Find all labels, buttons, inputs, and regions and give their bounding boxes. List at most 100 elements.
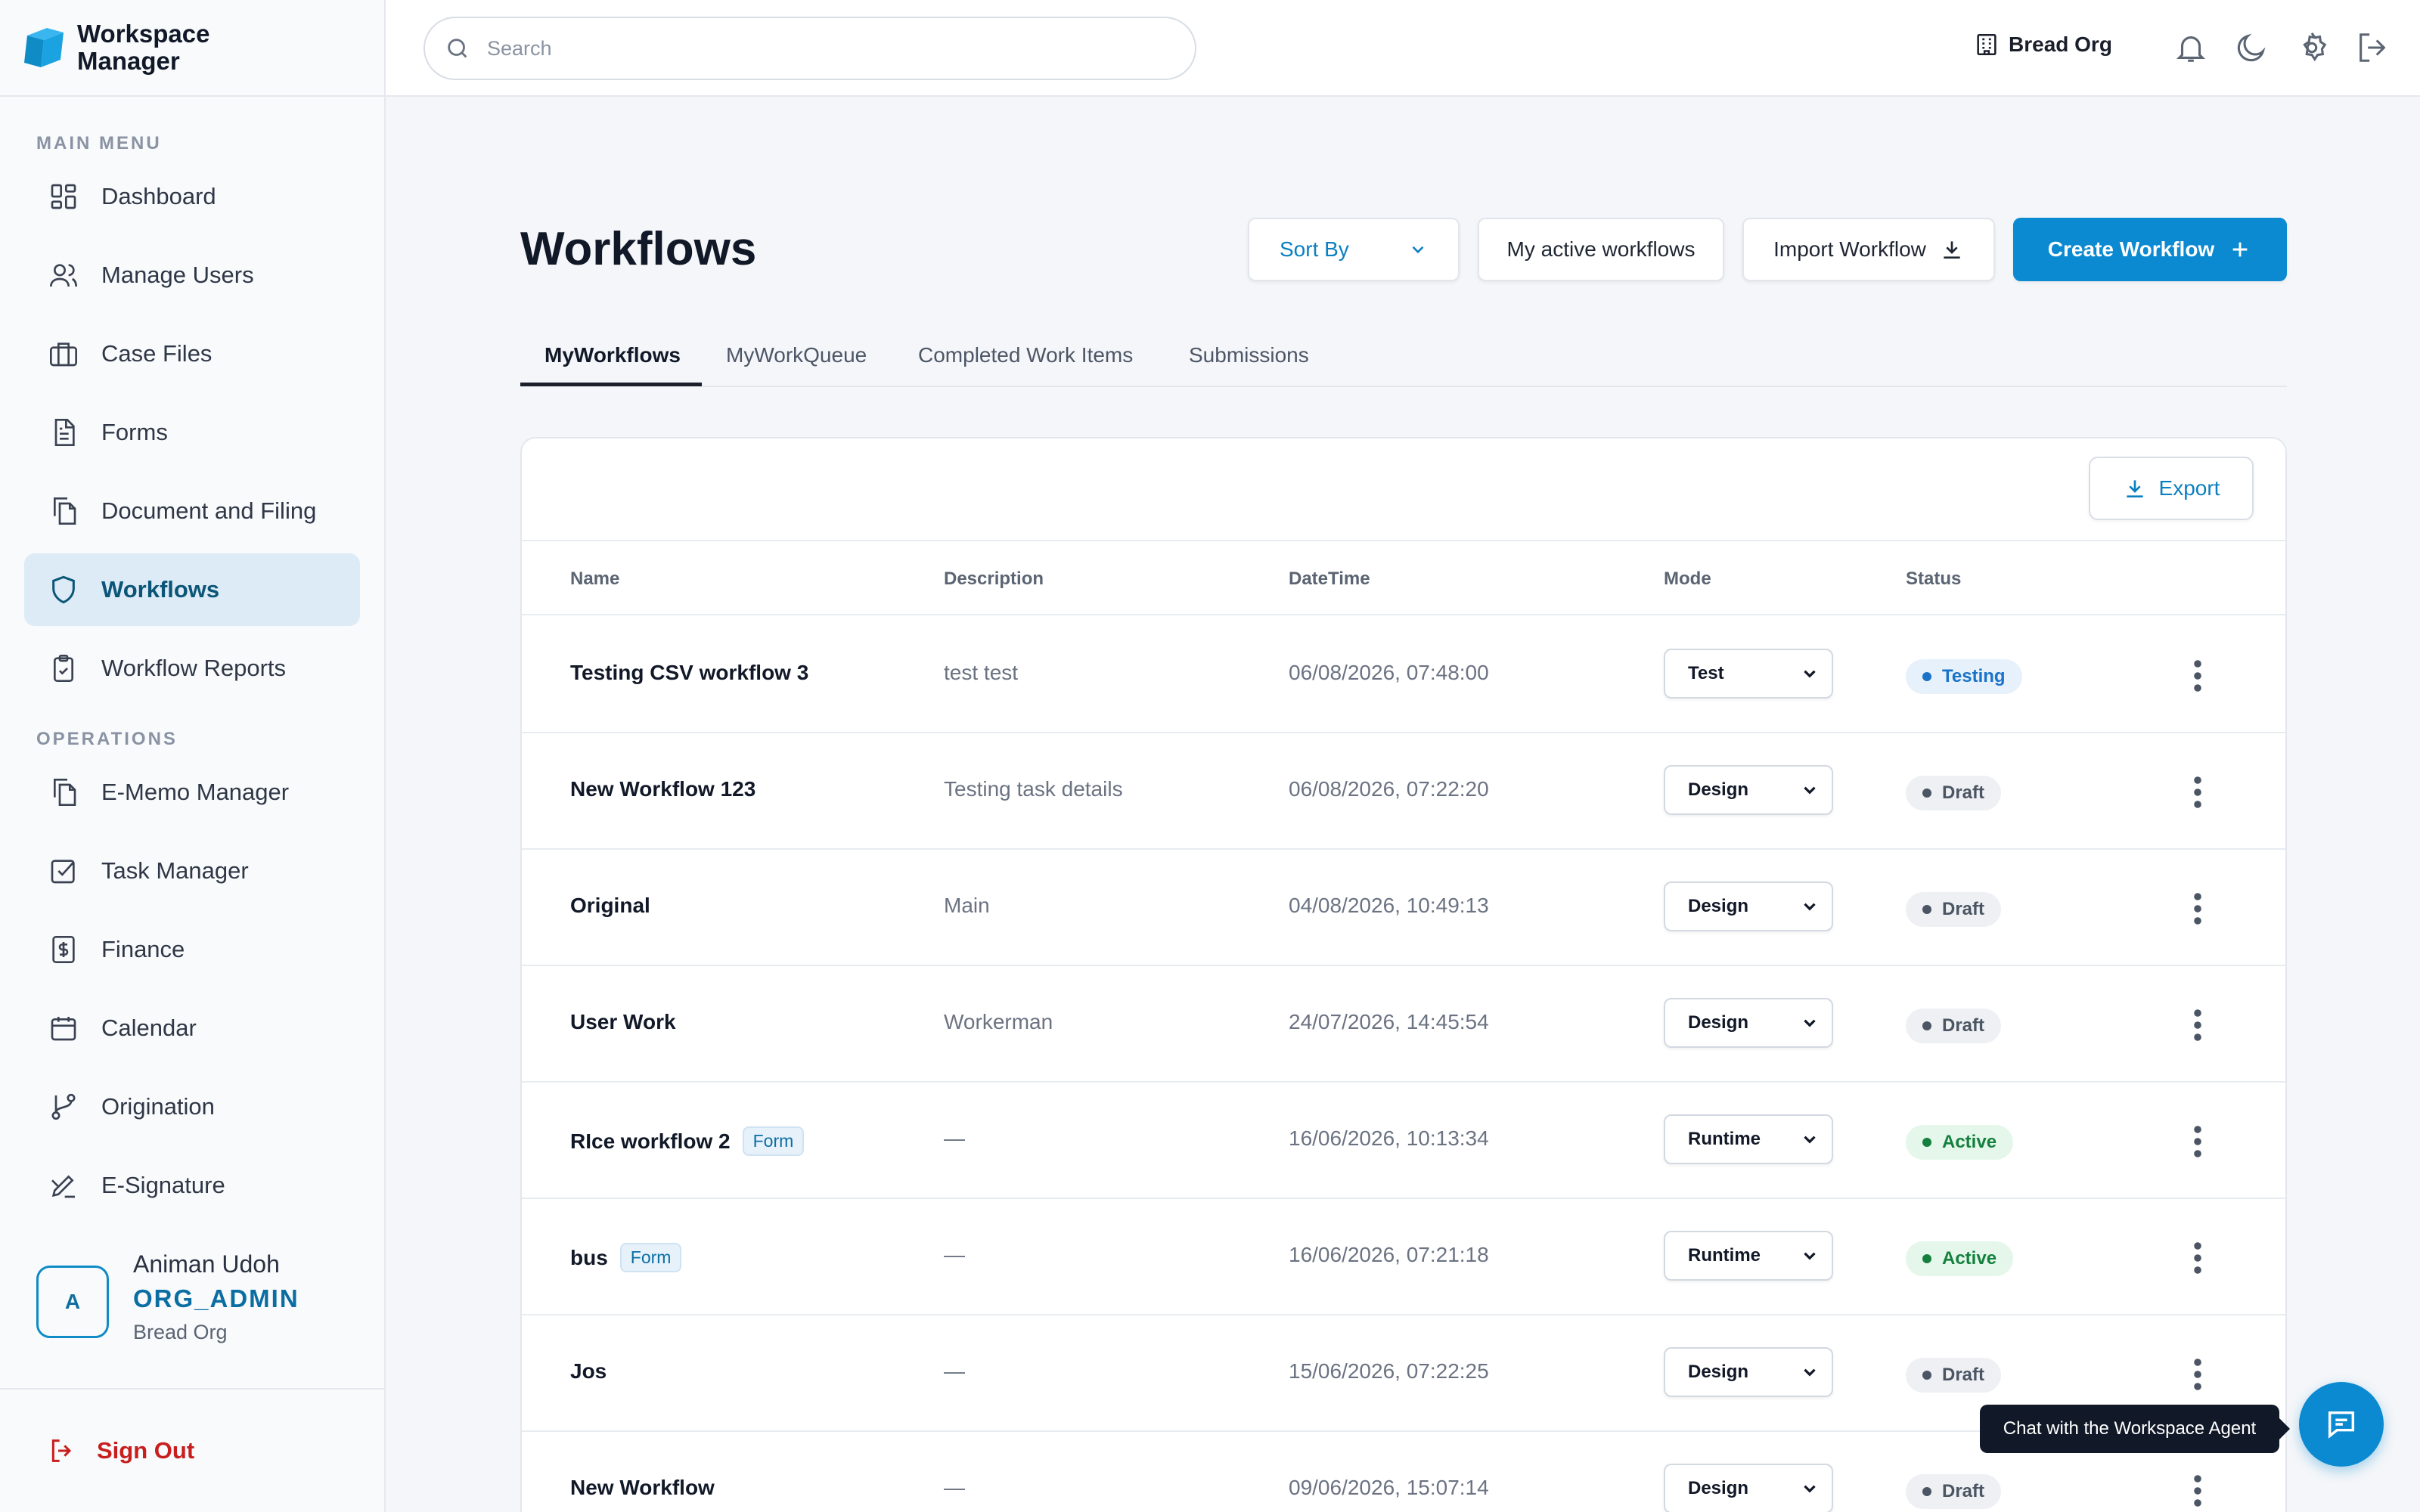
create-workflow-button[interactable]: Create Workflow: [2013, 218, 2287, 281]
mode-select[interactable]: Design: [1664, 1464, 1833, 1512]
tab-my-workflows[interactable]: MyWorkflows: [544, 343, 681, 367]
more-options-icon[interactable]: [2192, 776, 2204, 809]
org-switcher[interactable]: Bread Org: [1974, 32, 2112, 57]
my-active-workflows-button[interactable]: My active workflows: [1478, 218, 1724, 281]
column-header-name[interactable]: Name: [570, 569, 619, 590]
more-options-icon[interactable]: [2192, 1474, 2204, 1507]
my-active-workflows-label: My active workflows: [1506, 237, 1696, 261]
bell-icon[interactable]: [2173, 30, 2208, 65]
checkbox-icon: [51, 860, 75, 884]
mode-select[interactable]: Design: [1664, 765, 1833, 815]
workflow-name[interactable]: Testing CSV workflow 3: [570, 661, 808, 685]
workflow-name[interactable]: RIce workflow 2: [570, 1129, 731, 1154]
workflow-name[interactable]: User Work: [570, 1010, 676, 1034]
brand[interactable]: Workspace Manager: [0, 0, 384, 97]
chevron-down-icon: [1804, 1252, 1816, 1260]
search-box[interactable]: [424, 17, 1196, 80]
import-workflow-button[interactable]: Import Workflow: [1742, 218, 1995, 281]
more-options-icon[interactable]: [2192, 659, 2204, 692]
sign-out-label: Sign Out: [97, 1437, 195, 1464]
sidebar-item-label: Origination: [101, 1093, 215, 1120]
sidebar-item-label: Case Files: [101, 340, 213, 367]
sidebar-item-e-signature[interactable]: E-Signature: [24, 1149, 360, 1222]
search-input[interactable]: [487, 36, 1168, 60]
status-dot: [1922, 1138, 1931, 1147]
column-header-mode[interactable]: Mode: [1664, 569, 1711, 590]
sidebar-item-workflow-reports[interactable]: Workflow Reports: [24, 632, 360, 705]
sidebar-item-task-manager[interactable]: Task Manager: [24, 835, 360, 907]
page-title: Workflows: [520, 223, 757, 275]
chat-agent-button[interactable]: [2299, 1382, 2384, 1467]
sidebar-item-manage-users[interactable]: Manage Users: [24, 239, 360, 311]
status-dot: [1922, 1487, 1931, 1496]
workflow-name[interactable]: bus: [570, 1246, 608, 1270]
workflow-description: —: [944, 1359, 965, 1383]
table-row[interactable]: Original Main 04/08/2026, 10:49:13 Design Dr…: [522, 850, 2285, 966]
clipboard-icon: [54, 655, 73, 682]
column-header-status[interactable]: Status: [1906, 569, 1961, 590]
workflow-description: —: [944, 1243, 965, 1266]
sidebar-item-label: Workflow Reports: [101, 655, 287, 681]
workflow-datetime: 06/08/2026, 07:48:00: [1289, 661, 1489, 684]
sidebar-item-forms[interactable]: Forms: [24, 396, 360, 469]
table-row[interactable]: User Work Workerman 24/07/2026, 14:45:54 De…: [522, 966, 2285, 1083]
tab-my-work-queue[interactable]: MyWorkQueue: [726, 343, 867, 367]
sidebar-item-workflows[interactable]: Workflows: [24, 553, 360, 626]
sidebar-item-e-memo-manager[interactable]: E-Memo Manager: [24, 756, 360, 829]
workflow-name-cell: Testing CSV workflow 3: [570, 661, 808, 685]
more-options-icon[interactable]: [2192, 1241, 2204, 1275]
table-row[interactable]: RIce workflow 2 Form — 16/06/2026, 10:13:34…: [522, 1083, 2285, 1199]
status-badge: Draft: [1906, 1358, 2002, 1393]
mode-select[interactable]: Runtime: [1664, 1231, 1833, 1281]
workflow-datetime: 16/06/2026, 07:21:18: [1289, 1243, 1489, 1266]
table-row[interactable]: bus Form — 16/06/2026, 07:21:18 Runtime Activ…: [522, 1199, 2285, 1315]
sidebar-item-finance[interactable]: Finance: [24, 913, 360, 986]
table-row[interactable]: New Workflow 123 Testing task details 06/0…: [522, 733, 2285, 850]
more-options-icon[interactable]: [2192, 1125, 2204, 1158]
workflow-datetime: 24/07/2026, 14:45:54: [1289, 1010, 1489, 1033]
gear-icon[interactable]: [2294, 30, 2329, 65]
workflow-name[interactable]: Jos: [570, 1359, 607, 1383]
status-dot: [1922, 672, 1931, 681]
sort-by-dropdown[interactable]: Sort By: [1248, 218, 1460, 281]
sidebar-item-label: E-Memo Manager: [101, 779, 290, 805]
mode-select[interactable]: Test: [1664, 649, 1833, 699]
mode-value: Design: [1688, 896, 1749, 916]
tab-completed-work-items[interactable]: Completed Work Items: [918, 343, 1133, 367]
sidebar-item-document-and-filing[interactable]: Document and Filing: [24, 475, 360, 547]
workflow-description: —: [944, 1476, 965, 1499]
workflow-name[interactable]: New Workflow: [570, 1476, 715, 1500]
sidebar-item-label: Forms: [101, 419, 168, 445]
table-row[interactable]: Testing CSV workflow 3 test test 06/08/202…: [522, 617, 2285, 733]
status-dot: [1922, 1021, 1931, 1030]
user-org: Bread Org: [133, 1321, 228, 1343]
more-options-icon[interactable]: [2192, 1358, 2204, 1391]
mode-select[interactable]: Design: [1664, 881, 1833, 931]
moon-icon[interactable]: [2234, 30, 2269, 65]
mode-select[interactable]: Design: [1664, 1347, 1833, 1397]
tab-submissions[interactable]: Submissions: [1189, 343, 1309, 367]
more-options-icon[interactable]: [2192, 1009, 2204, 1042]
logout-icon[interactable]: [2355, 30, 2390, 65]
column-header-datetime[interactable]: DateTime: [1289, 569, 1370, 590]
search-icon: [448, 39, 467, 58]
status-badge: Active: [1906, 1125, 2014, 1160]
status-badge: Draft: [1906, 1009, 2002, 1043]
mode-select[interactable]: Runtime: [1664, 1114, 1833, 1164]
sidebar-item-calendar[interactable]: Calendar: [24, 992, 360, 1064]
sidebar-item-origination[interactable]: Origination: [24, 1070, 360, 1143]
export-button[interactable]: Export: [2089, 457, 2254, 520]
sign-out-button[interactable]: Sign Out: [47, 1436, 194, 1466]
workflow-name[interactable]: New Workflow 123: [570, 777, 755, 801]
mode-value: Design: [1688, 1362, 1749, 1382]
sidebar-item-dashboard[interactable]: Dashboard: [24, 160, 360, 233]
status-badge: Draft: [1906, 776, 2002, 810]
more-options-icon[interactable]: [2192, 892, 2204, 925]
sidebar-item-case-files[interactable]: Case Files: [24, 318, 360, 390]
user-card[interactable]: A Animan Udoh ORG_ADMIN Bread Org: [36, 1247, 299, 1347]
workflow-name[interactable]: Original: [570, 894, 650, 918]
mode-select[interactable]: Design: [1664, 998, 1833, 1048]
sort-by-label: Sort By: [1280, 237, 1349, 261]
column-header-description[interactable]: Description: [944, 569, 1044, 590]
workflow-description: Workerman: [944, 1010, 1053, 1033]
